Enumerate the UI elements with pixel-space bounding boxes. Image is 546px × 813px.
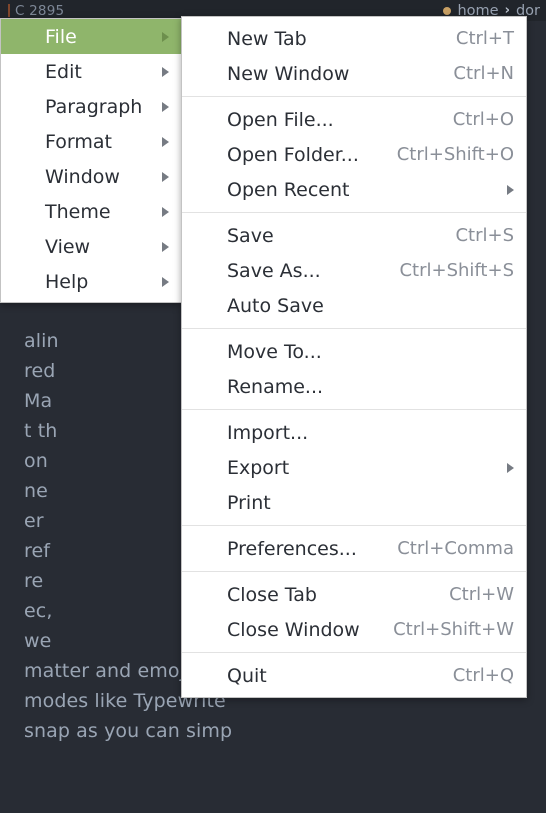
app-window: o M of t ar Mar Mar nd or im alin red Ma…	[0, 0, 546, 813]
menu-item-label: Open File...	[227, 108, 334, 131]
menu-item-auto-save[interactable]: Auto Save	[182, 288, 526, 323]
menu-item-import[interactable]: Import...	[182, 415, 526, 450]
title-bar-left: C 2895	[8, 3, 64, 19]
menu-item-label: Open Recent	[227, 178, 350, 201]
menu-item-label: Edit	[45, 60, 82, 83]
menu-item-shortcut: Ctrl+Comma	[397, 538, 514, 559]
menu-item-theme[interactable]: Theme	[1, 194, 181, 229]
menu-item-label: Save As...	[227, 259, 321, 282]
menu-item-label: File	[45, 25, 77, 48]
menu-item-label: Open Folder...	[227, 143, 359, 166]
folder-dot-icon	[443, 6, 452, 15]
menu-item-label: View	[45, 235, 91, 258]
menu-item-move-to[interactable]: Move To...	[182, 334, 526, 369]
menu-item-shortcut: Ctrl+T	[455, 28, 514, 49]
menu-item-paragraph[interactable]: Paragraph	[1, 89, 181, 124]
menu-item-label: Close Tab	[227, 583, 317, 606]
menu-item-help[interactable]: Help	[1, 264, 181, 299]
menu-item-quit[interactable]: Quit Ctrl+Q	[182, 658, 526, 693]
menu-item-label: Auto Save	[227, 294, 324, 317]
menu-item-label: Preferences...	[227, 537, 357, 560]
submenu-arrow-icon	[162, 206, 169, 217]
menu-item-rename[interactable]: Rename...	[182, 369, 526, 404]
menu-separator	[182, 525, 526, 526]
submenu-arrow-icon	[162, 171, 169, 182]
menu-separator	[182, 212, 526, 213]
submenu-arrow-icon	[162, 241, 169, 252]
menu-separator	[182, 328, 526, 329]
menu-item-shortcut: Ctrl+Shift+W	[393, 619, 514, 640]
menu-item-format[interactable]: Format	[1, 124, 181, 159]
menu-item-close-tab[interactable]: Close Tab Ctrl+W	[182, 577, 526, 612]
menu-item-label: Format	[45, 130, 112, 153]
menu-item-shortcut: Ctrl+S	[455, 225, 514, 246]
menu-item-label: Theme	[45, 200, 111, 223]
menu-item-shortcut: Ctrl+W	[449, 584, 514, 605]
menu-item-print[interactable]: Print	[182, 485, 526, 520]
submenu-arrow-icon	[507, 462, 514, 473]
menu-item-label: Paragraph	[45, 95, 143, 118]
menu-item-shortcut: Ctrl+Q	[452, 665, 514, 686]
menu-separator	[182, 96, 526, 97]
menu-item-label: New Window	[227, 62, 350, 85]
menu-item-new-window[interactable]: New Window Ctrl+N	[182, 56, 526, 91]
menu-item-label: Close Window	[227, 618, 360, 641]
file-submenu-dropdown[interactable]: New Tab Ctrl+T New Window Ctrl+N Open File..…	[181, 16, 527, 698]
word-count-label[interactable]: C 2895	[15, 3, 64, 19]
menu-item-view[interactable]: View	[1, 229, 181, 264]
menu-separator	[182, 571, 526, 572]
menu-separator	[182, 652, 526, 653]
main-menu-dropdown[interactable]: File Edit Paragraph Format Window Theme View He…	[0, 18, 182, 303]
menu-item-label: Move To...	[227, 340, 322, 363]
submenu-arrow-icon	[162, 66, 169, 77]
menu-item-preferences[interactable]: Preferences... Ctrl+Comma	[182, 531, 526, 566]
menu-item-close-window[interactable]: Close Window Ctrl+Shift+W	[182, 612, 526, 647]
submenu-arrow-icon	[162, 101, 169, 112]
menu-item-label: Import...	[227, 421, 309, 444]
menu-item-export[interactable]: Export	[182, 450, 526, 485]
menu-item-label: New Tab	[227, 27, 307, 50]
menu-item-file[interactable]: File	[1, 19, 181, 54]
menu-item-label: Quit	[227, 664, 267, 687]
menu-item-shortcut: Ctrl+N	[453, 63, 514, 84]
menu-item-label: Rename...	[227, 375, 324, 398]
submenu-arrow-icon	[162, 136, 169, 147]
menu-item-shortcut: Ctrl+O	[452, 109, 514, 130]
menu-item-label: Help	[45, 270, 89, 293]
menu-item-save-as[interactable]: Save As... Ctrl+Shift+S	[182, 253, 526, 288]
menu-item-label: Print	[227, 491, 271, 514]
menu-item-window[interactable]: Window	[1, 159, 181, 194]
submenu-arrow-icon	[507, 184, 514, 195]
menu-item-label: Save	[227, 224, 274, 247]
submenu-arrow-icon	[162, 276, 169, 287]
menu-item-shortcut: Ctrl+Shift+O	[396, 144, 514, 165]
menu-item-label: Window	[45, 165, 120, 188]
menu-item-save[interactable]: Save Ctrl+S	[182, 218, 526, 253]
menu-separator	[182, 409, 526, 410]
menu-item-open-recent[interactable]: Open Recent	[182, 172, 526, 207]
menu-item-label: Export	[227, 456, 290, 479]
accent-marker-icon	[8, 4, 10, 17]
menu-item-shortcut: Ctrl+Shift+S	[399, 260, 514, 281]
submenu-arrow-icon	[162, 31, 169, 42]
menu-item-open-file[interactable]: Open File... Ctrl+O	[182, 102, 526, 137]
menu-item-open-folder[interactable]: Open Folder... Ctrl+Shift+O	[182, 137, 526, 172]
menu-item-new-tab[interactable]: New Tab Ctrl+T	[182, 21, 526, 56]
menu-item-edit[interactable]: Edit	[1, 54, 181, 89]
